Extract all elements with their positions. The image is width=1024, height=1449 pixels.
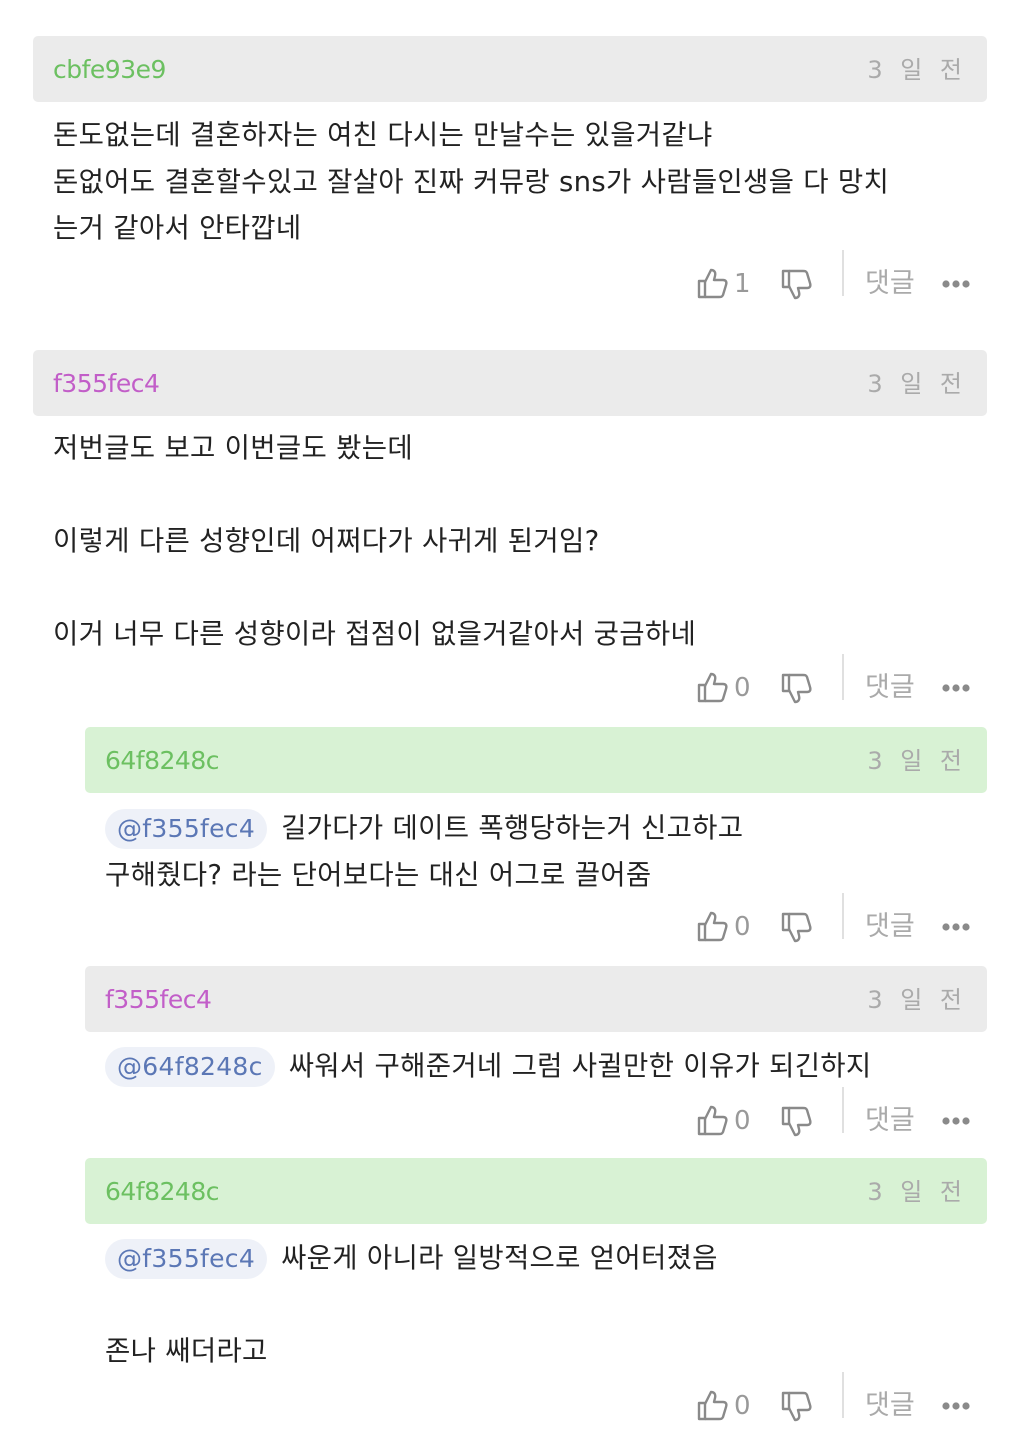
thumbs-up-icon[interactable] — [695, 1388, 729, 1422]
thumbs-up-icon[interactable] — [695, 670, 729, 704]
comment-header: f355fec4 3 일 전 — [85, 966, 987, 1032]
comment-header: 64f8248c 3 일 전 — [85, 1158, 987, 1224]
reply-button[interactable]: 댓글 — [865, 1099, 915, 1143]
reply-comment: 64f8248c 3 일 전 @f355fec4 길가다가 데이트 폭행당하는거 … — [85, 727, 987, 957]
comment-line: 구해줬다? 라는 단어보다는 대신 어그로 끌어줌 — [105, 858, 652, 891]
comment-body: @64f8248c 싸워서 구해준거네 그럼 사귈만한 이유가 되긴하지 — [105, 1043, 979, 1090]
reply-button[interactable]: 댓글 — [865, 262, 915, 306]
reply-button[interactable]: 댓글 — [865, 666, 915, 710]
more-dots-icon[interactable] — [942, 280, 970, 288]
comment-time: 3 일 전 — [867, 986, 967, 1014]
comment-body: @f355fec4 길가다가 데이트 폭행당하는거 신고하고 구해줬다? 라는 단… — [105, 805, 979, 898]
comment-line: 존나 쌔더라고 — [105, 1335, 268, 1367]
comment-author[interactable]: f355fec4 — [53, 350, 160, 418]
thumbs-down-icon[interactable] — [779, 268, 813, 302]
thumbs-down-icon[interactable] — [779, 911, 813, 945]
like-count: 0 — [734, 1106, 751, 1136]
comment-line: @64f8248c 싸워서 구해준거네 그럼 사귈만한 이유가 되긴하지 — [105, 1043, 979, 1090]
divider — [842, 250, 844, 296]
divider — [842, 893, 844, 939]
comment-line: @f355fec4 싸운게 아니라 일방적으로 얻어터졌음 — [105, 1235, 979, 1282]
comment: cbfe93e9 3 일 전 돈도없는데 결혼하자는 여친 다시는 만날수는 있… — [33, 36, 987, 316]
comment-line — [53, 472, 979, 519]
thumbs-down-icon[interactable] — [779, 1390, 813, 1424]
comment-line-text: 싸워서 구해준거네 그럼 사귈만한 이유가 되긴하지 — [288, 1050, 872, 1082]
comment-time: 3 일 전 — [867, 747, 967, 775]
comment-actions: 0 댓글 — [687, 893, 987, 951]
reply-comment: 64f8248c 3 일 전 @f355fec4 싸운게 아니라 일방적으로 얻어… — [85, 1158, 987, 1438]
thumbs-up-icon[interactable] — [695, 1103, 729, 1137]
thumbs-up-icon[interactable] — [695, 909, 729, 943]
comment-header: 64f8248c 3 일 전 — [85, 727, 987, 793]
comment-line: 돈도없는데 결혼하자는 여친 다시는 만날수는 있을거같냐 — [53, 119, 713, 151]
comment-author[interactable]: 64f8248c — [105, 1158, 219, 1226]
comment-body: 돈도없는데 결혼하자는 여친 다시는 만날수는 있을거같냐 돈없어도 결혼할수있… — [53, 112, 979, 252]
divider — [842, 1087, 844, 1133]
divider — [842, 1372, 844, 1418]
comment-body: @f355fec4 싸운게 아니라 일방적으로 얻어터졌음 존나 쌔더라고 — [105, 1235, 979, 1375]
comment-header: cbfe93e9 3 일 전 — [33, 36, 987, 102]
reply-comment: f355fec4 3 일 전 @64f8248c 싸워서 구해준거네 그럼 사귈만… — [85, 966, 987, 1146]
mention-tag[interactable]: @f355fec4 — [105, 809, 268, 849]
reply-button[interactable]: 댓글 — [865, 905, 915, 949]
more-dots-icon[interactable] — [942, 1402, 970, 1410]
reply-button[interactable]: 댓글 — [865, 1384, 915, 1428]
comment-line — [53, 565, 979, 612]
comment-line-text: 길가다가 데이트 폭행당하는거 신고하고 — [281, 812, 744, 844]
comment-author[interactable]: cbfe93e9 — [53, 36, 166, 104]
thumbs-down-icon[interactable] — [779, 1105, 813, 1139]
comment-actions: 0 댓글 — [687, 654, 987, 712]
comment-line: 는거 같아서 안타깝네 — [53, 212, 302, 244]
comment-actions: 1 댓글 — [687, 250, 987, 308]
more-dots-icon[interactable] — [942, 1117, 970, 1125]
comment-line: 이렇게 다른 성향인데 어쩌다가 사귀게 된거임? — [53, 525, 600, 557]
thumbs-down-icon[interactable] — [779, 672, 813, 706]
comment-line-text: 싸운게 아니라 일방적으로 얻어터졌음 — [281, 1242, 718, 1274]
comment-body: 저번글도 보고 이번글도 봤는데 이렇게 다른 성향인데 어쩌다가 사귀게 된거… — [53, 425, 979, 658]
like-count: 1 — [734, 269, 751, 299]
comment-time: 3 일 전 — [867, 370, 967, 398]
comment-author[interactable]: f355fec4 — [105, 966, 212, 1034]
more-dots-icon[interactable] — [942, 923, 970, 931]
mention-tag[interactable]: @f355fec4 — [105, 1239, 268, 1279]
comment-header: f355fec4 3 일 전 — [33, 350, 987, 416]
comment-time: 3 일 전 — [867, 1178, 967, 1206]
comment-actions: 0 댓글 — [687, 1372, 987, 1430]
comment-author[interactable]: 64f8248c — [105, 727, 219, 795]
thumbs-up-icon[interactable] — [695, 266, 729, 300]
comment-line: 이거 너무 다른 성향이라 접점이 없을거같아서 궁금하네 — [53, 618, 697, 650]
like-count: 0 — [734, 912, 751, 942]
like-count: 0 — [734, 673, 751, 703]
comment-line: @f355fec4 길가다가 데이트 폭행당하는거 신고하고 — [105, 805, 979, 852]
comment: f355fec4 3 일 전 저번글도 보고 이번글도 봤는데 이렇게 다른 성… — [33, 350, 987, 720]
mention-tag[interactable]: @64f8248c — [105, 1047, 275, 1087]
like-count: 0 — [734, 1391, 751, 1421]
comment-time: 3 일 전 — [867, 56, 967, 84]
more-dots-icon[interactable] — [942, 684, 970, 692]
comment-actions: 0 댓글 — [687, 1087, 987, 1145]
comment-line: 돈없어도 결혼할수있고 잘살아 진짜 커뮤랑 sns가 사람들인생을 다 망치 — [53, 165, 890, 198]
comment-line — [105, 1282, 979, 1329]
comment-line: 저번글도 보고 이번글도 봤는데 — [53, 432, 413, 464]
divider — [842, 654, 844, 700]
